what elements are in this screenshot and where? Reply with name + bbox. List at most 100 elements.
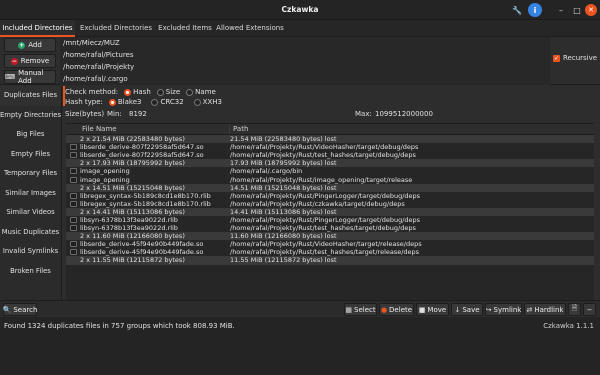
sidebar-item-music-duplicates[interactable]: Music Duplicates <box>0 223 61 243</box>
table-row[interactable]: libsyn-6378b13f3ea9022d.rlib/home/rafal/… <box>66 216 594 224</box>
sidebar-item-similar-videos[interactable]: Similar Videos <box>0 203 61 223</box>
hash-type-label: Hash type: <box>65 98 103 106</box>
min-label: Min: <box>107 110 122 118</box>
manual-add-icon: ⌨ <box>5 73 16 81</box>
group-header-row[interactable]: 2 x 17.93 MiB (18795992 bytes) 17.93 MiB … <box>66 159 594 168</box>
group-spacer <box>70 209 77 215</box>
radio-name[interactable] <box>186 88 194 96</box>
table-row[interactable]: libserde_derive-807f22958af5d647.so/home… <box>66 143 594 151</box>
path-cell: 21.54 MiB (22583480 bytes) lost <box>230 135 337 144</box>
recursive-checkbox[interactable]: ✓ Recursive <box>553 54 597 62</box>
search-icon: 🔍 <box>2 305 12 314</box>
radio-blake3[interactable] <box>108 98 116 106</box>
info-icon[interactable]: i <box>528 3 542 17</box>
checkbox-column-header <box>66 124 80 134</box>
sidebar-item-empty-files[interactable]: Empty Files <box>0 145 61 165</box>
radio-name-label: Name <box>195 88 216 96</box>
column-path[interactable]: Path <box>230 124 248 134</box>
remove-button[interactable]: − Remove <box>4 54 56 68</box>
group-header-row[interactable]: 2 x 14.41 MiB (15113086 bytes) 14.41 MiB … <box>66 207 594 216</box>
row-checkbox[interactable] <box>70 144 77 151</box>
row-checkbox[interactable] <box>70 225 77 232</box>
row-checkbox[interactable] <box>70 176 77 183</box>
column-file-name[interactable]: File Name <box>80 124 230 134</box>
document-button[interactable]: 🗎 <box>568 303 581 316</box>
row-checkbox[interactable] <box>70 216 77 223</box>
symlink-button[interactable]: ↪ Symlink <box>485 303 522 316</box>
table-row[interactable]: image_opening/home/rafal/.cargo/bin <box>66 167 594 175</box>
minimize-icon[interactable]: – <box>554 3 568 17</box>
radio-xxh3-label: XXH3 <box>202 98 222 106</box>
results-table[interactable]: File Name Path 2 x 21.54 MiB (22583480 b… <box>66 123 594 300</box>
size-filter-row: Size(bytes) Min: 8192 Max: 1099512000000 <box>65 110 595 120</box>
row-checkbox[interactable] <box>70 241 77 248</box>
table-row[interactable]: libserde_derive-807f22958af5d647.so/home… <box>66 151 594 159</box>
row-checkbox[interactable] <box>70 152 77 159</box>
radio-hash[interactable] <box>124 88 132 96</box>
tab-included-directories[interactable]: Included Directories <box>0 20 75 37</box>
directory-item[interactable]: /home/rafal/.cargo <box>60 73 550 85</box>
radio-xxh3[interactable] <box>193 98 201 106</box>
radio-size[interactable] <box>156 88 164 96</box>
sidebar-item-empty-directories[interactable]: Empty Directories <box>0 106 61 126</box>
status-area: Found 1324 duplicates files in 757 group… <box>0 317 600 375</box>
file-name-cell: 2 x 11.55 MiB (12115872 bytes) <box>80 256 185 265</box>
sidebar-item-invalid-symlinks[interactable]: Invalid Symlinks <box>0 242 61 262</box>
sidebar-item-broken-files[interactable]: Broken Files <box>0 262 61 282</box>
search-label: Search <box>13 305 38 314</box>
row-checkbox[interactable] <box>70 200 77 207</box>
check-icon: ✓ <box>553 54 560 62</box>
path-cell: 14.41 MiB (15113086 bytes) lost <box>230 207 337 216</box>
sidebar-item-big-files[interactable]: Big Files <box>0 125 61 145</box>
path-cell: /home/rafal/Projekty/Rust/VideoHasher/ta… <box>230 143 419 152</box>
tab-excluded-items[interactable]: Excluded Items <box>156 20 214 37</box>
group-header-row[interactable]: 2 x 11.60 MiB (12166080 bytes) 11.60 MiB … <box>66 232 594 241</box>
table-row[interactable]: libregex_syntax-5b189c8cd1e8b170.rlib/ho… <box>66 200 594 208</box>
min-size-input[interactable]: 8192 <box>129 110 147 118</box>
tab-allowed-extensions[interactable]: Allowed Extensions <box>214 20 286 37</box>
row-checkbox[interactable] <box>70 168 77 175</box>
tab-excluded-directories[interactable]: Excluded Directories <box>77 20 155 37</box>
select-button[interactable]: ▦ Select <box>344 303 377 316</box>
move-button[interactable]: ■ Move <box>416 303 449 316</box>
status-message: Found 1324 duplicates files in 757 group… <box>4 322 235 330</box>
group-header-row[interactable]: 2 x 11.55 MiB (12115872 bytes) 11.55 MiB … <box>66 256 594 265</box>
close-icon[interactable]: ✕ <box>585 4 597 16</box>
directory-item[interactable]: /home/rafal/Projekty <box>60 61 550 73</box>
symlink-label: Symlink <box>493 305 522 314</box>
included-directories-list[interactable]: /mnt/Miecz/MUZ /home/rafal/Pictures /hom… <box>60 37 550 85</box>
maximize-icon[interactable]: □ <box>570 3 584 17</box>
clear-button[interactable]: − <box>583 303 596 316</box>
group-header-row[interactable]: 2 x 21.54 MiB (22583480 bytes) 21.54 MiB … <box>66 135 594 144</box>
group-header-row[interactable]: 2 x 14.51 MiB (15215048 bytes) 14.51 MiB … <box>66 183 594 192</box>
search-button[interactable]: 🔍 Search <box>3 303 37 316</box>
row-checkbox[interactable] <box>70 192 77 199</box>
radio-hash-label: Hash <box>133 88 151 96</box>
check-method-label: Check method: <box>65 88 119 96</box>
path-cell: 11.60 MiB (12166080 bytes) lost <box>230 232 337 241</box>
manual-add-button[interactable]: ⌨ Manual Add <box>4 69 56 85</box>
sidebar-item-similar-images[interactable]: Similar Images <box>0 184 61 204</box>
table-row[interactable]: libsyn-6378b13f3ea9022d.rlib/home/rafal/… <box>66 224 594 232</box>
row-checkbox[interactable] <box>70 249 77 256</box>
table-body: 2 x 21.54 MiB (22583480 bytes) 21.54 MiB … <box>66 135 594 265</box>
max-size-input[interactable]: 1099512000000 <box>375 110 433 118</box>
save-button[interactable]: ↓ Save <box>451 303 483 316</box>
table-row[interactable]: libregex_syntax-5b189c8cd1e8b170.rlib/ho… <box>66 192 594 200</box>
directory-item[interactable]: /mnt/Miecz/MUZ <box>60 37 550 49</box>
delete-button[interactable]: ● Delete <box>379 303 414 316</box>
manual-add-label: Manual Add <box>18 69 44 85</box>
radio-crc32[interactable] <box>151 98 159 106</box>
sidebar-item-temporary-files[interactable]: Temporary Files <box>0 164 61 184</box>
wrench-icon[interactable]: 🔧 <box>510 3 524 17</box>
hardlink-button[interactable]: ⇄ Hardlink <box>524 303 566 316</box>
file-name-cell: libregex_syntax-5b189c8cd1e8b170.rlib <box>80 191 211 200</box>
directory-item[interactable]: /home/rafal/Pictures <box>60 49 550 61</box>
sidebar-item-duplicates[interactable]: Duplicates Files <box>0 86 61 106</box>
version-label: Czkawka 1.1.1 <box>543 322 594 330</box>
add-button[interactable]: + Add <box>4 38 56 52</box>
path-cell: /home/rafal/Projekty/Rust/PingerLogger/t… <box>230 215 421 224</box>
table-row[interactable]: libserde_derive-45f94e90b449fade.so/home… <box>66 240 594 248</box>
table-row[interactable]: image_opening/home/rafal/Projekty/Rust/i… <box>66 175 594 184</box>
table-row[interactable]: libserde_derive-45f94e90b449fade.so/home… <box>66 248 594 256</box>
